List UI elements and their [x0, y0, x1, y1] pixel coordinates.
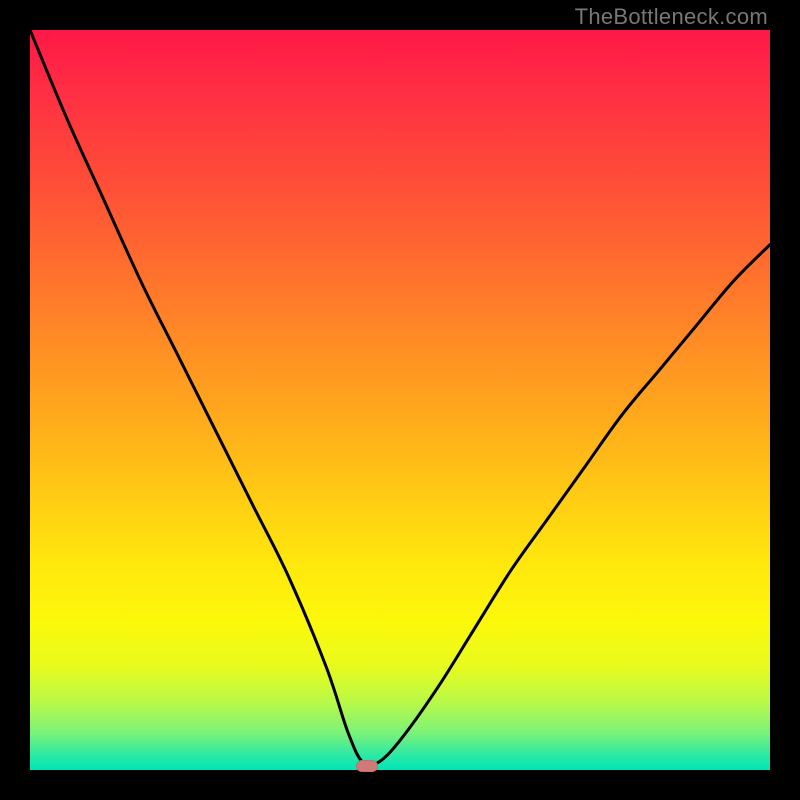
min-marker: [356, 760, 378, 772]
watermark-text: TheBottleneck.com: [575, 4, 768, 30]
bottleneck-curve: [30, 30, 770, 770]
curve-path: [30, 30, 770, 766]
plot-area: [30, 30, 770, 770]
chart-frame: TheBottleneck.com: [0, 0, 800, 800]
